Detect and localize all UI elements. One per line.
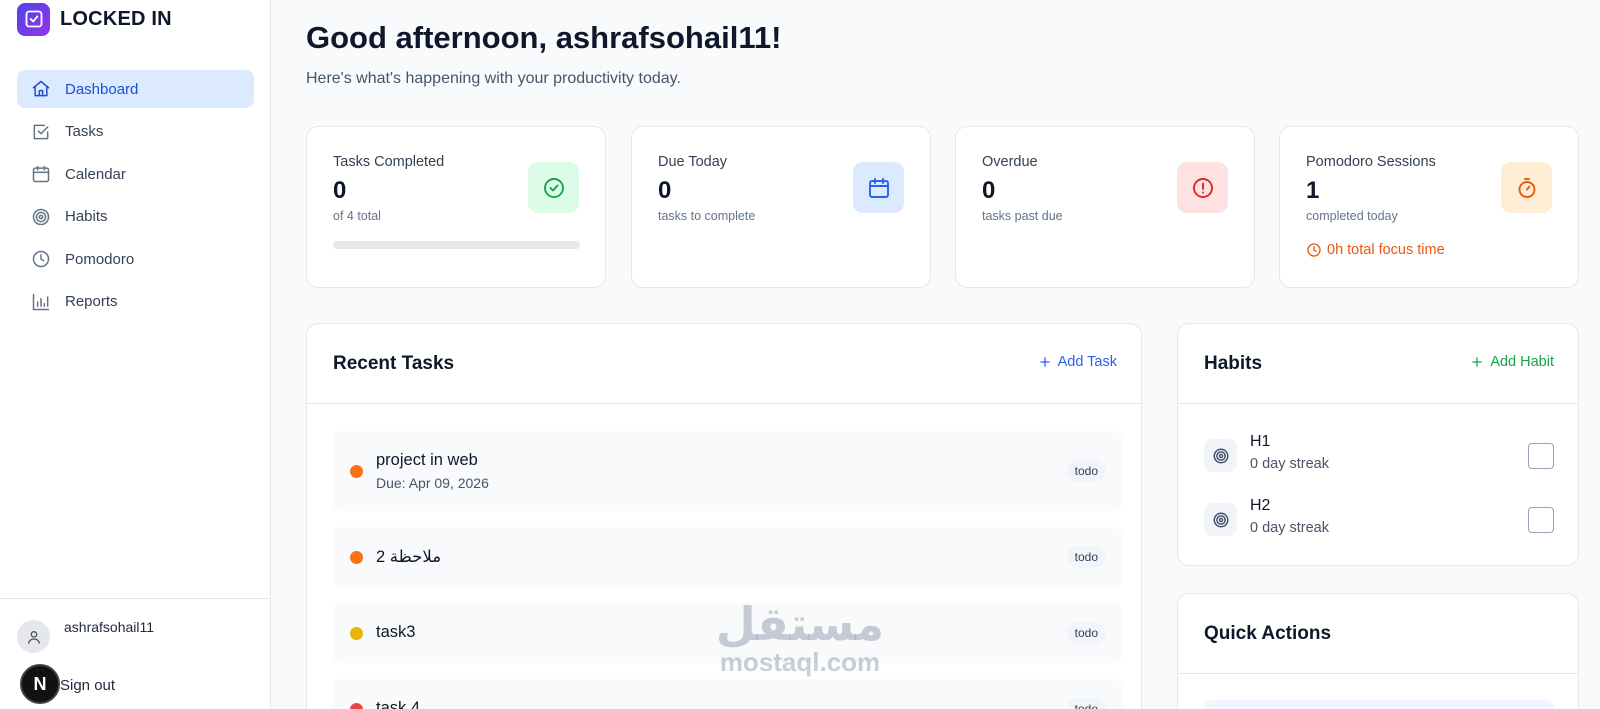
- panel-title: Quick Actions: [1204, 623, 1332, 644]
- bar-chart-icon: [31, 292, 51, 312]
- checkbox-icon: [31, 122, 51, 142]
- status-badge: todo: [1066, 546, 1106, 568]
- sign-out-button[interactable]: Sign out: [60, 677, 115, 694]
- habit-name: H1: [1250, 433, 1271, 450]
- stat-sub: completed today: [1306, 209, 1398, 223]
- task-row[interactable]: ملاحظة 2 todo: [333, 527, 1122, 587]
- logo-icon: [17, 2, 50, 36]
- add-habit-label: Add Habit: [1490, 354, 1554, 370]
- plus-icon: [1472, 357, 1483, 367]
- stat-sub: of 4 total: [333, 209, 381, 223]
- add-habit-button[interactable]: Add Habit: [1470, 354, 1554, 370]
- clock-icon: [31, 249, 51, 269]
- recent-tasks-panel: Recent Tasks Add Task project in web Due…: [306, 323, 1142, 709]
- panel-header: Habits Add Habit: [1178, 324, 1578, 404]
- page-subtitle: Here's what's happening with your produc…: [306, 70, 681, 87]
- stat-card-pomodoro: Pomodoro Sessions 1 completed today 0h t…: [1279, 126, 1579, 288]
- task-title: task 4: [376, 699, 421, 709]
- task-due: Due: Apr 09, 2026: [376, 475, 489, 491]
- task-row[interactable]: task3 todo: [333, 603, 1122, 663]
- sidebar-item-label: Habits: [65, 208, 108, 225]
- add-task-label: Add Task: [1057, 354, 1117, 370]
- priority-dot: [350, 465, 363, 478]
- brand[interactable]: LOCKED IN: [17, 2, 172, 36]
- quick-actions-panel: Quick Actions: [1177, 593, 1579, 709]
- habits-panel: Habits Add Habit H1 0 day streak H2 0 da…: [1177, 323, 1579, 566]
- priority-dot: [350, 551, 363, 564]
- panel-title: Habits: [1204, 353, 1263, 374]
- sidebar-item-habits[interactable]: Habits: [17, 198, 254, 236]
- status-badge: todo: [1066, 622, 1106, 644]
- stat-label: Due Today: [658, 154, 728, 170]
- check-circle-icon: [528, 162, 579, 213]
- stat-sub: tasks to complete: [658, 209, 756, 223]
- panel-title: Recent Tasks: [333, 353, 455, 374]
- stat-label: Pomodoro Sessions: [1306, 154, 1436, 170]
- task-title: project in web: [376, 451, 478, 469]
- calendar-icon: [31, 164, 51, 184]
- quick-action-button[interactable]: [1204, 700, 1554, 709]
- user-name: ashrafsohail11: [64, 619, 155, 635]
- habit-streak: 0 day streak: [1250, 520, 1329, 536]
- page-title: Good afternoon, ashrafsohail11!: [306, 20, 782, 55]
- sidebar-footer: ashrafsohail11 N Sign out: [0, 598, 270, 709]
- target-icon: [1204, 503, 1237, 536]
- status-badge: todo: [1066, 698, 1106, 709]
- sidebar-item-calendar[interactable]: Calendar: [17, 155, 254, 193]
- focus-time: 0h total focus time: [1306, 242, 1445, 258]
- brand-name: LOCKED IN: [60, 7, 172, 30]
- panel-header: Recent Tasks Add Task: [307, 324, 1141, 404]
- stat-value: 0: [658, 177, 672, 204]
- n-badge-icon[interactable]: N: [20, 664, 60, 704]
- focus-time-label: 0h total focus time: [1327, 242, 1445, 258]
- habit-checkbox[interactable]: [1528, 443, 1554, 469]
- task-title: task3: [376, 623, 416, 641]
- habit-checkbox[interactable]: [1528, 507, 1554, 533]
- stat-sub: tasks past due: [982, 209, 1063, 223]
- stat-card-overdue: Overdue 0 tasks past due: [955, 126, 1255, 288]
- task-row[interactable]: project in web Due: Apr 09, 2026 todo: [333, 431, 1122, 511]
- sidebar-item-dashboard[interactable]: Dashboard: [17, 70, 254, 108]
- add-task-button[interactable]: Add Task: [1038, 354, 1117, 370]
- task-title: ملاحظة 2: [376, 548, 442, 566]
- sidebar-item-label: Calendar: [65, 165, 126, 183]
- stat-card-due-today: Due Today 0 tasks to complete: [631, 126, 931, 288]
- panel-header: Quick Actions: [1178, 594, 1578, 674]
- stat-label: Tasks Completed: [333, 154, 445, 170]
- sidebar-item-tasks[interactable]: Tasks: [17, 113, 254, 151]
- plus-icon: [1039, 357, 1050, 367]
- habit-item: H2 0 day streak: [1204, 497, 1554, 541]
- sidebar-item-label: Dashboard: [65, 80, 139, 98]
- sidebar-item-label: Pomodoro: [65, 250, 135, 268]
- task-row[interactable]: task 4 todo: [333, 679, 1122, 709]
- habit-item: H1 0 day streak: [1204, 433, 1554, 477]
- sidebar-nav: Dashboard Tasks Calendar Habits Pomodoro: [17, 70, 254, 325]
- alert-circle-icon: [1177, 162, 1228, 213]
- target-icon: [31, 207, 51, 227]
- avatar[interactable]: [17, 620, 50, 653]
- sidebar-item-reports[interactable]: Reports: [17, 283, 254, 321]
- priority-dot: [350, 627, 363, 640]
- stat-value: 1: [1306, 177, 1320, 204]
- target-icon: [1204, 439, 1237, 472]
- sidebar-item-pomodoro[interactable]: Pomodoro: [17, 240, 254, 278]
- clock-icon: [1307, 243, 1321, 257]
- calendar-icon: [853, 162, 904, 213]
- habit-streak: 0 day streak: [1250, 456, 1329, 472]
- timer-icon: [1501, 162, 1552, 213]
- stat-card-tasks-completed: Tasks Completed 0 of 4 total: [306, 126, 606, 288]
- sidebar-item-label: Tasks: [65, 123, 104, 140]
- sidebar-item-label: Reports: [65, 293, 118, 310]
- priority-dot: [350, 703, 363, 709]
- status-badge: todo: [1066, 460, 1106, 482]
- home-icon: [31, 79, 51, 99]
- stat-value: 0: [333, 177, 347, 204]
- stat-value: 0: [982, 177, 996, 204]
- progress-bar: [333, 241, 580, 249]
- stat-label: Overdue: [982, 154, 1038, 170]
- sidebar: LOCKED IN Dashboard Tasks Calendar Habit…: [0, 0, 271, 709]
- habit-name: H2: [1250, 497, 1271, 514]
